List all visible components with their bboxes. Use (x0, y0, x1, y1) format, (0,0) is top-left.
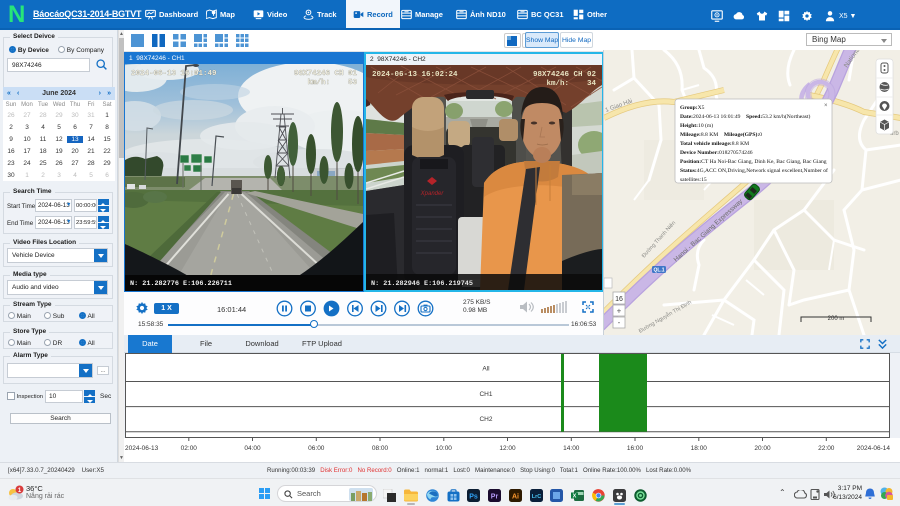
svg-text:2024-06-13 16:01:49: 2024-06-13 16:01:49 (131, 70, 217, 78)
svg-text:Mileage:8.8 KM Mileage(GPS): Mileage:8.8 KM Mileage(GPS):0 (680, 131, 762, 138)
svg-text:+: + (617, 307, 622, 316)
svg-text:14:00: 14:00 (563, 445, 580, 452)
svg-text:CH1: CH1 (479, 391, 492, 398)
svg-text:04:00: 04:00 (244, 445, 261, 452)
svg-text:Position:CT Ha Noi-Bac Giang,: Position:CT Ha Noi-Bac Giang, Dinh Ke, B… (680, 159, 827, 165)
svg-text:km/h: 53: km/h: 53 (307, 79, 357, 87)
svg-text:06:00: 06:00 (308, 445, 325, 452)
svg-text:12:00: 12:00 (499, 445, 516, 452)
svg-text:Ps: Ps (469, 494, 478, 501)
svg-text:-: - (618, 318, 621, 327)
svg-text:20:00: 20:00 (754, 445, 771, 452)
svg-text:Xpander: Xpander (420, 191, 445, 197)
svg-text:200 m: 200 m (828, 316, 845, 322)
svg-text:Group:X5: Group:X5 (680, 105, 705, 111)
svg-text:LrC: LrC (532, 494, 542, 500)
svg-text:16:00: 16:00 (627, 445, 644, 452)
svg-text:22:00: 22:00 (818, 445, 835, 452)
svg-text:Height:10 (m): Height:10 (m) (680, 122, 713, 129)
svg-text:Pr: Pr (491, 494, 499, 501)
svg-text:2024-06-13: 2024-06-13 (125, 445, 159, 452)
svg-text:98X74246 CH 01: 98X74246 CH 01 (294, 70, 358, 78)
svg-text:All: All (482, 366, 490, 373)
svg-text:×: × (824, 103, 828, 109)
svg-text:N: 21.282776 E:106.226711: N: 21.282776 E:106.226711 (130, 280, 232, 288)
svg-text:2024-06-13 16:02:24: 2024-06-13 16:02:24 (372, 71, 458, 79)
svg-text:X: X (573, 494, 577, 500)
svg-text:98X74246 CH 02: 98X74246 CH 02 (533, 71, 597, 79)
svg-text:Status:4G,ACC ON,Driving,Netwo: Status:4G,ACC ON,Driving,Network signal … (680, 167, 828, 174)
svg-text:satellites:15: satellites:15 (680, 177, 707, 183)
svg-text:N: 21.282946 E:106.219745: N: 21.282946 E:106.219745 (371, 280, 473, 288)
svg-text:02:00: 02:00 (181, 445, 198, 452)
svg-text:Ai: Ai (512, 494, 519, 501)
svg-text:Device Number:018270574246: Device Number:018270574246 (680, 150, 753, 156)
svg-text:08:00: 08:00 (372, 445, 389, 452)
svg-text:km/h: 34: km/h: 34 (546, 80, 596, 88)
svg-text:QL.1: QL.1 (653, 268, 664, 274)
svg-text:18:00: 18:00 (691, 445, 708, 452)
svg-text:2024-06-14: 2024-06-14 (857, 445, 891, 452)
svg-text:16: 16 (615, 296, 623, 303)
svg-text:CH2: CH2 (479, 416, 492, 423)
svg-text:Date:2024-06-13 16:01:49 Sp: Date:2024-06-13 16:01:49 Speed:53.2 km/h… (680, 113, 810, 120)
svg-text:10:00: 10:00 (436, 445, 453, 452)
svg-text:Total vehicle mileage:8.8 KM: Total vehicle mileage:8.8 KM (680, 141, 749, 147)
